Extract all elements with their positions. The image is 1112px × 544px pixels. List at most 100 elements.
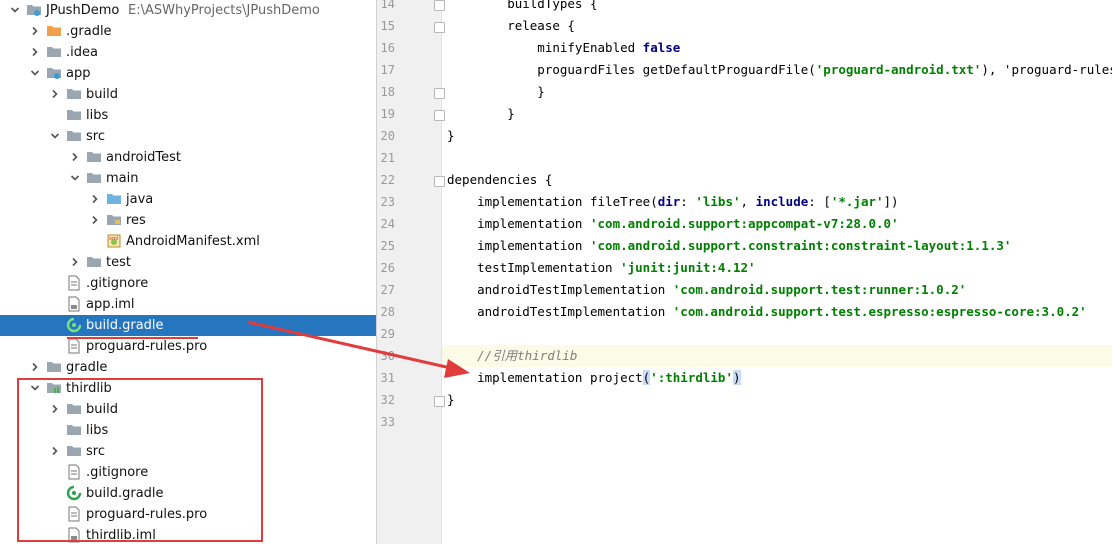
editor-gutter: 14 15 16 17 18 19 20 21 22 23 24 25 26 27 28 29 30 31 32 33 <box>377 0 445 544</box>
fold-marker-icon[interactable] <box>434 88 445 99</box>
folder-icon <box>66 422 82 438</box>
tree-item-androidmanifest-xml[interactable]: xml AndroidManifest.xml <box>0 231 376 252</box>
tree-item-thirdlib-iml[interactable]: thirdlib.iml <box>0 525 376 544</box>
chevron-right-icon[interactable] <box>50 446 60 456</box>
tree-item-label: .gitignore <box>86 276 149 291</box>
chevron-right-icon[interactable] <box>70 152 80 162</box>
tree-item-src[interactable]: src <box>0 126 376 147</box>
tree-item-label: build.gradle <box>86 318 164 333</box>
file-icon <box>66 506 82 522</box>
code-line[interactable]: } <box>447 81 545 103</box>
code-line[interactable]: release { <box>447 15 575 37</box>
fold-marker-icon[interactable] <box>434 396 445 407</box>
chevron-down-icon[interactable] <box>30 383 40 393</box>
tree-item-libs[interactable]: libs <box>0 420 376 441</box>
svg-text:xml: xml <box>109 236 118 242</box>
file-icon <box>66 464 82 480</box>
code-line[interactable]: androidTestImplementation 'com.android.s… <box>447 279 966 301</box>
chevron-down-icon[interactable] <box>50 131 60 141</box>
tree-item-proguard-rules-pro[interactable]: proguard-rules.pro <box>0 504 376 525</box>
tree-item-gradle[interactable]: .gradle <box>0 21 376 42</box>
tree-item-androidtest[interactable]: androidTest <box>0 147 376 168</box>
code-line[interactable]: dependencies { <box>447 169 552 191</box>
line-number: 18 <box>380 85 395 99</box>
code-line[interactable]: implementation 'com.android.support.cons… <box>447 235 1011 257</box>
tree-item-libs[interactable]: libs <box>0 105 376 126</box>
chevron-right-icon[interactable] <box>30 47 40 57</box>
code-line[interactable]: implementation 'com.android.support:appc… <box>447 213 898 235</box>
code-line[interactable]: } <box>447 103 515 125</box>
folder-icon <box>66 86 82 102</box>
tree-item-src[interactable]: src <box>0 441 376 462</box>
code-line[interactable]: buildTypes { <box>447 0 597 15</box>
fold-marker-icon[interactable] <box>434 0 445 11</box>
code-line[interactable]: implementation fileTree(dir: 'libs', inc… <box>447 191 899 213</box>
code-line[interactable]: //引用thirdlib <box>447 345 577 367</box>
tree-item-build[interactable]: build <box>0 399 376 420</box>
tree-item-gradle[interactable]: gradle <box>0 357 376 378</box>
chevron-right-icon[interactable] <box>50 89 60 99</box>
code-editor[interactable]: 14 15 16 17 18 19 20 21 22 23 24 25 26 27 28 29 30 31 32 33… <box>377 0 1112 544</box>
chevron-right-icon[interactable] <box>50 404 60 414</box>
code-line[interactable]: androidTestImplementation 'com.android.s… <box>447 301 1087 323</box>
library-module-icon <box>46 380 62 396</box>
gradle-icon <box>66 485 82 501</box>
fold-marker-icon[interactable] <box>434 22 445 33</box>
chevron-right-icon[interactable] <box>90 194 100 204</box>
tree-item-idea[interactable]: .idea <box>0 42 376 63</box>
line-number: 15 <box>380 19 395 33</box>
tree-item-label: libs <box>86 108 109 123</box>
tree-item-thirdlib[interactable]: thirdlib <box>0 378 376 399</box>
fold-marker-icon[interactable] <box>434 176 445 187</box>
project-path: E:\ASWhyProjects\JPushDemo <box>128 3 320 18</box>
tree-item-build-gradle[interactable]: build.gradle <box>0 315 376 336</box>
tree-item-label: gradle <box>66 360 108 375</box>
tree-item-java[interactable]: java <box>0 189 376 210</box>
line-number: 26 <box>380 261 395 275</box>
tree-item-jpushdemo[interactable]: JPushDemo E:\ASWhyProjects\JPushDemo <box>0 0 376 21</box>
folder-icon <box>86 254 102 270</box>
code-line[interactable]: proguardFiles getDefaultProguardFile('pr… <box>447 59 1112 81</box>
tree-item-build-gradle[interactable]: build.gradle <box>0 483 376 504</box>
tree-item-res[interactable]: res <box>0 210 376 231</box>
tree-item-label: src <box>86 129 105 144</box>
tree-item-main[interactable]: main <box>0 168 376 189</box>
tree-item-proguard-rules-pro[interactable]: proguard-rules.pro <box>0 336 376 357</box>
code-line[interactable]: minifyEnabled false <box>447 37 680 59</box>
code-line[interactable]: } <box>447 125 455 147</box>
orange-folder-icon <box>46 23 62 39</box>
chevron-right-icon[interactable] <box>30 26 40 36</box>
code-line[interactable]: implementation project(':thirdlib') <box>447 367 741 389</box>
iml-file-icon <box>66 527 82 543</box>
folder-icon <box>66 443 82 459</box>
tree-item-gitignore[interactable]: .gitignore <box>0 273 376 294</box>
fold-marker-icon[interactable] <box>434 110 445 121</box>
line-number: 28 <box>380 305 395 319</box>
chevron-down-icon[interactable] <box>70 173 80 183</box>
tree-item-test[interactable]: test <box>0 252 376 273</box>
tree-item-app[interactable]: app <box>0 63 376 84</box>
code-line[interactable]: } <box>447 389 455 411</box>
tree-item-label: test <box>106 255 131 270</box>
tree-item-label: build <box>86 402 118 417</box>
folder-icon <box>46 359 62 375</box>
line-number: 24 <box>380 217 395 231</box>
chevron-down-icon[interactable] <box>30 68 40 78</box>
tree-item-label: AndroidManifest.xml <box>126 234 260 249</box>
tree-item-gitignore[interactable]: .gitignore <box>0 462 376 483</box>
tree-item-label: proguard-rules.pro <box>86 339 208 354</box>
tree-item-label: androidTest <box>106 150 181 165</box>
line-number: 21 <box>380 151 395 165</box>
chevron-right-icon[interactable] <box>30 362 40 372</box>
chevron-right-icon[interactable] <box>90 215 100 225</box>
code-line[interactable]: testImplementation 'junit:junit:4.12' <box>447 257 755 279</box>
line-number: 16 <box>380 41 395 55</box>
chevron-down-icon[interactable] <box>10 5 20 15</box>
line-number: 33 <box>380 415 395 429</box>
tree-item-build[interactable]: build <box>0 84 376 105</box>
chevron-right-icon[interactable] <box>70 257 80 267</box>
module-folder-icon <box>46 65 62 81</box>
tree-item-app-iml[interactable]: app.iml <box>0 294 376 315</box>
manifest-icon: xml <box>106 233 122 249</box>
resource-folder-icon <box>106 212 122 228</box>
